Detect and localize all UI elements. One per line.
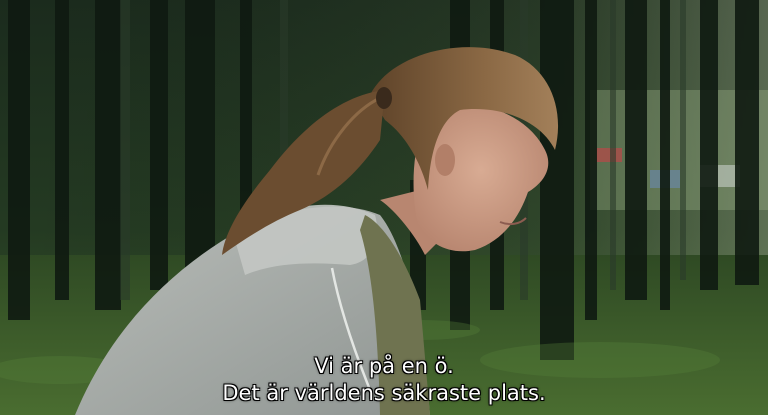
subtitle-line-1: Vi är på en ö. xyxy=(314,354,454,378)
subtitle-line-2: Det är världens säkraste plats. xyxy=(222,381,546,405)
video-frame: Vi är på en ö. Det är världens säkraste … xyxy=(0,0,768,415)
subtitle-block: Vi är på en ö. Det är världens säkraste … xyxy=(0,353,768,407)
